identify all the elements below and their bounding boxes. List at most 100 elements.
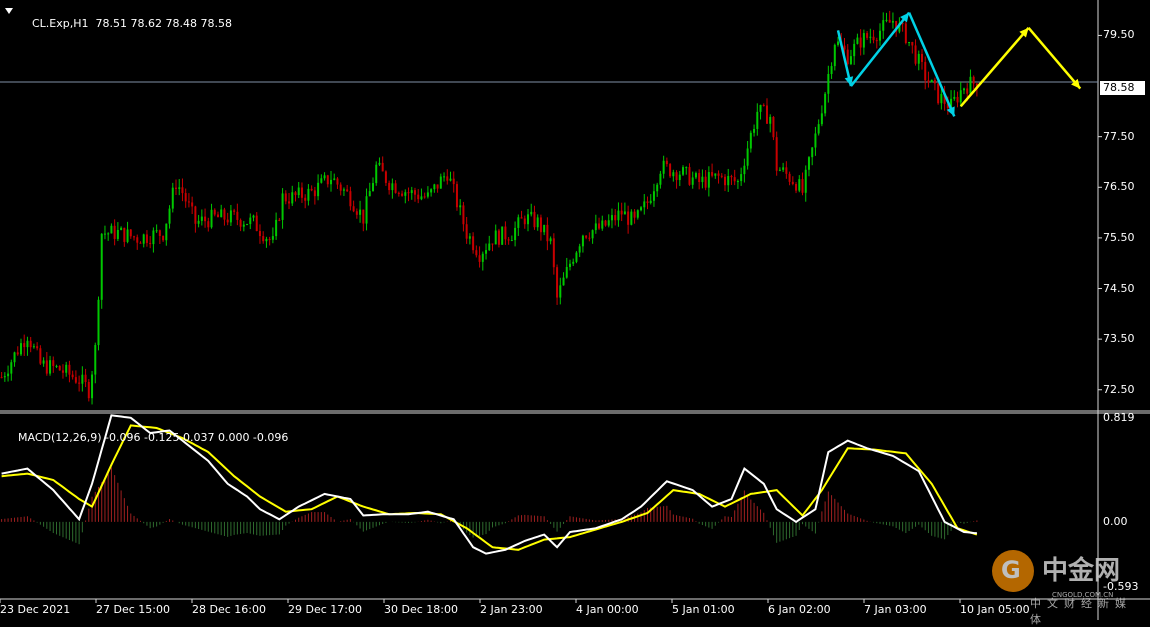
candle-body <box>336 178 339 185</box>
candle-body <box>155 230 158 232</box>
candle-body <box>604 220 607 226</box>
candle-body <box>811 147 814 158</box>
candle-body <box>733 177 736 182</box>
current-price-tag: 78.58 <box>1100 81 1145 95</box>
price-tick-label: 72.50 <box>1103 382 1135 396</box>
candle-body <box>924 61 927 81</box>
candle-body <box>194 206 197 224</box>
candle-body <box>672 172 675 177</box>
candle-body <box>588 237 591 239</box>
dropdown-triangle-icon[interactable] <box>5 8 13 14</box>
candle-body <box>791 181 794 185</box>
candle-body <box>630 211 633 225</box>
candle-body <box>552 238 555 268</box>
price-tick-label: 74.50 <box>1103 281 1135 295</box>
candle-body <box>665 160 668 165</box>
candle-body <box>724 176 727 186</box>
candle-body <box>139 242 142 244</box>
time-tick-label: 7 Jan 03:00 <box>864 603 927 616</box>
candle-body <box>371 183 374 192</box>
candle-body <box>678 174 681 181</box>
candle-body <box>572 261 575 264</box>
candle-body <box>620 210 623 215</box>
candle-body <box>91 374 94 399</box>
candle-body <box>281 193 284 220</box>
candle-body <box>685 167 688 169</box>
candle-body <box>953 96 956 99</box>
candle-body <box>0 377 3 379</box>
candle-body <box>669 164 672 177</box>
candle-body <box>362 209 365 224</box>
candle-body <box>491 243 494 245</box>
candle-body <box>149 242 152 245</box>
candle-body <box>68 364 71 375</box>
candle-body <box>497 230 500 245</box>
candle-body <box>807 157 810 170</box>
candle-body <box>659 173 662 185</box>
candle-body <box>775 137 778 171</box>
candle-body <box>323 175 326 179</box>
candle-body <box>45 360 48 374</box>
candle-body <box>568 263 571 267</box>
candle-body <box>284 193 287 202</box>
candle-body <box>191 202 194 207</box>
candle-body <box>756 111 759 129</box>
candle-body <box>795 184 798 191</box>
candle-body <box>510 240 513 242</box>
candle-body <box>275 219 278 237</box>
candle-body <box>675 172 678 181</box>
candle-body <box>853 43 856 57</box>
candle-body <box>268 238 271 240</box>
candle-body <box>213 209 216 215</box>
candle-body <box>320 178 323 183</box>
candle-body <box>184 193 187 202</box>
candle-body <box>533 211 536 228</box>
candle-body <box>304 197 307 201</box>
candle-body <box>158 230 161 236</box>
candle-body <box>113 225 116 239</box>
candle-body <box>501 226 504 245</box>
candle-body <box>614 215 617 221</box>
candle-body <box>210 209 213 228</box>
candle-body <box>378 162 381 165</box>
candle-body <box>843 45 846 50</box>
candle-body <box>849 56 852 65</box>
candle-body <box>617 210 620 221</box>
candle-body <box>749 132 752 149</box>
candle-body <box>917 53 920 64</box>
candle-body <box>352 206 355 212</box>
candle-body <box>168 208 171 224</box>
price-tick-label: 77.50 <box>1103 129 1135 143</box>
candle-body <box>481 253 484 262</box>
candle-body <box>452 178 455 185</box>
candle-body <box>911 42 914 46</box>
candle-body <box>536 217 539 228</box>
candle-body <box>81 374 84 384</box>
candle-body <box>401 193 404 196</box>
candlestick-series <box>0 10 978 405</box>
candle-body <box>265 238 268 242</box>
candle-body <box>462 205 465 225</box>
candle-body <box>262 236 265 242</box>
candle-body <box>543 224 546 233</box>
candle-body <box>778 169 781 171</box>
candle-body <box>258 230 261 237</box>
candle-body <box>145 234 148 243</box>
chart-window[interactable]: CL.Exp,H1 78.51 78.62 78.48 78.58 MACD(1… <box>0 0 1150 626</box>
candle-body <box>16 352 19 355</box>
candle-body <box>417 194 420 200</box>
candle-body <box>969 76 972 94</box>
chart-canvas[interactable] <box>0 0 1150 620</box>
candle-body <box>649 200 652 203</box>
candle-body <box>753 128 756 133</box>
candle-body <box>610 215 613 221</box>
candle-body <box>785 167 788 174</box>
macd-histogram <box>1 467 978 545</box>
candle-body <box>920 53 923 62</box>
candle-body <box>814 133 817 148</box>
time-tick-label: 30 Dec 18:00 <box>384 603 458 616</box>
candle-body <box>475 250 478 256</box>
candle-body <box>42 360 45 364</box>
candle-body <box>827 74 830 94</box>
candle-body <box>165 223 168 241</box>
